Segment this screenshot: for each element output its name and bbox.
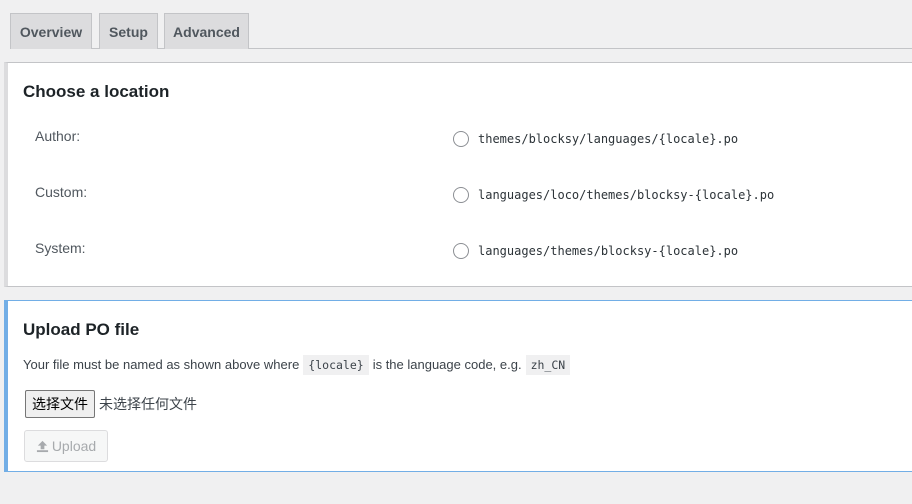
- note-text: Your file must be named as shown above w…: [23, 357, 300, 372]
- custom-radio[interactable]: [453, 187, 469, 203]
- system-radio[interactable]: [453, 243, 469, 259]
- upload-panel: Upload PO file Your file must be named a…: [4, 300, 912, 472]
- system-option[interactable]: languages/themes/blocksy-{locale}.po: [453, 243, 738, 259]
- file-input[interactable]: 选择文件 未选择任何文件: [25, 390, 197, 418]
- tab-overview[interactable]: Overview: [10, 13, 92, 49]
- upload-note: Your file must be named as shown above w…: [23, 355, 574, 375]
- system-label: System:: [35, 240, 86, 256]
- tab-setup[interactable]: Setup: [99, 13, 158, 49]
- system-path: languages/themes/blocksy-{locale}.po: [478, 244, 739, 258]
- upload-title: Upload PO file: [23, 320, 140, 339]
- no-file-text: 未选择任何文件: [99, 396, 197, 412]
- upload-label: Upload: [51, 438, 97, 454]
- example-code: zh_CN: [525, 355, 571, 375]
- custom-label: Custom:: [35, 184, 88, 200]
- tab-bar: Overview Setup Advanced: [10, 13, 912, 49]
- upload-button[interactable]: Upload: [24, 430, 108, 462]
- upload-icon: [36, 440, 48, 452]
- author-option[interactable]: themes/blocksy/languages/{locale}.po: [453, 131, 738, 147]
- author-label: Author:: [35, 128, 81, 144]
- custom-path: languages/loco/themes/blocksy-{locale}.p…: [478, 188, 775, 202]
- custom-option[interactable]: languages/loco/themes/blocksy-{locale}.p…: [453, 187, 774, 203]
- author-radio[interactable]: [453, 131, 469, 147]
- locale-code: {locale}: [303, 355, 369, 375]
- location-panel: Choose a location Author: themes/blocksy…: [4, 62, 912, 287]
- tab-advanced[interactable]: Advanced: [164, 13, 249, 49]
- location-title: Choose a location: [23, 82, 170, 101]
- author-path: themes/blocksy/languages/{locale}.po: [478, 132, 739, 146]
- note-text: is the language code, e.g.: [372, 357, 522, 372]
- choose-file-button[interactable]: 选择文件: [25, 390, 95, 418]
